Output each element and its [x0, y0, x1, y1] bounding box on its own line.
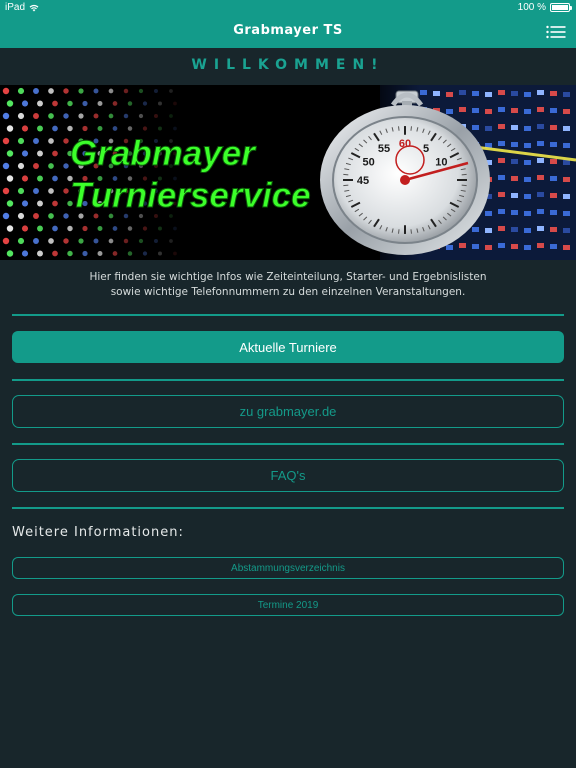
- status-bar: iPad 100 %: [0, 0, 576, 16]
- watch-number: 5: [423, 143, 429, 155]
- battery-percent: 100 %: [517, 2, 546, 13]
- device-label: iPad: [5, 2, 26, 13]
- banner-title-line2: Turnierservice: [70, 176, 311, 215]
- status-right: 100 %: [517, 2, 572, 13]
- pedigree-button[interactable]: Abstammungsverzeichnis: [12, 557, 564, 579]
- menu-list-icon[interactable]: [546, 25, 566, 39]
- watch-number: 55: [378, 143, 390, 155]
- wifi-icon: [29, 4, 39, 11]
- more-info-heading: Weitere Informationen:: [12, 525, 184, 540]
- banner-title-line1: Grabmayer: [70, 134, 257, 173]
- intro-text: Hier finden sie wichtige Infos wie Zeite…: [0, 270, 576, 300]
- watch-number: 50: [363, 157, 375, 169]
- divider: [12, 314, 564, 316]
- watch-number: 60: [399, 138, 411, 150]
- website-button[interactable]: zu grabmayer.de: [12, 395, 564, 428]
- battery-icon: [550, 3, 572, 12]
- intro-line-1: Hier finden sie wichtige Infos wie Zeite…: [89, 271, 487, 283]
- battery-fill: [552, 5, 568, 10]
- divider: [12, 379, 564, 381]
- watch-number: 45: [357, 175, 369, 187]
- current-tournaments-button[interactable]: Aktuelle Turniere: [12, 331, 564, 363]
- dates-button[interactable]: Termine 2019: [12, 594, 564, 616]
- divider: [12, 443, 564, 445]
- nav-bar: Grabmayer TS: [0, 16, 576, 48]
- watch-number: 10: [435, 157, 447, 169]
- banner-image: 60 5 10 55 50 45 Grabmayer Turnierservice: [0, 85, 576, 260]
- banner-graphic: 60 5 10 5550 45 Grabmayer Turnierservice: [0, 85, 576, 260]
- divider: [12, 507, 564, 509]
- welcome-heading: WILLKOMMEN!: [191, 57, 385, 73]
- faq-button[interactable]: FAQ's: [12, 459, 564, 492]
- app-title: Grabmayer TS: [233, 23, 343, 38]
- status-left: iPad: [5, 2, 39, 13]
- intro-line-2: sowie wichtige Telefonnummern zu den ein…: [110, 286, 466, 298]
